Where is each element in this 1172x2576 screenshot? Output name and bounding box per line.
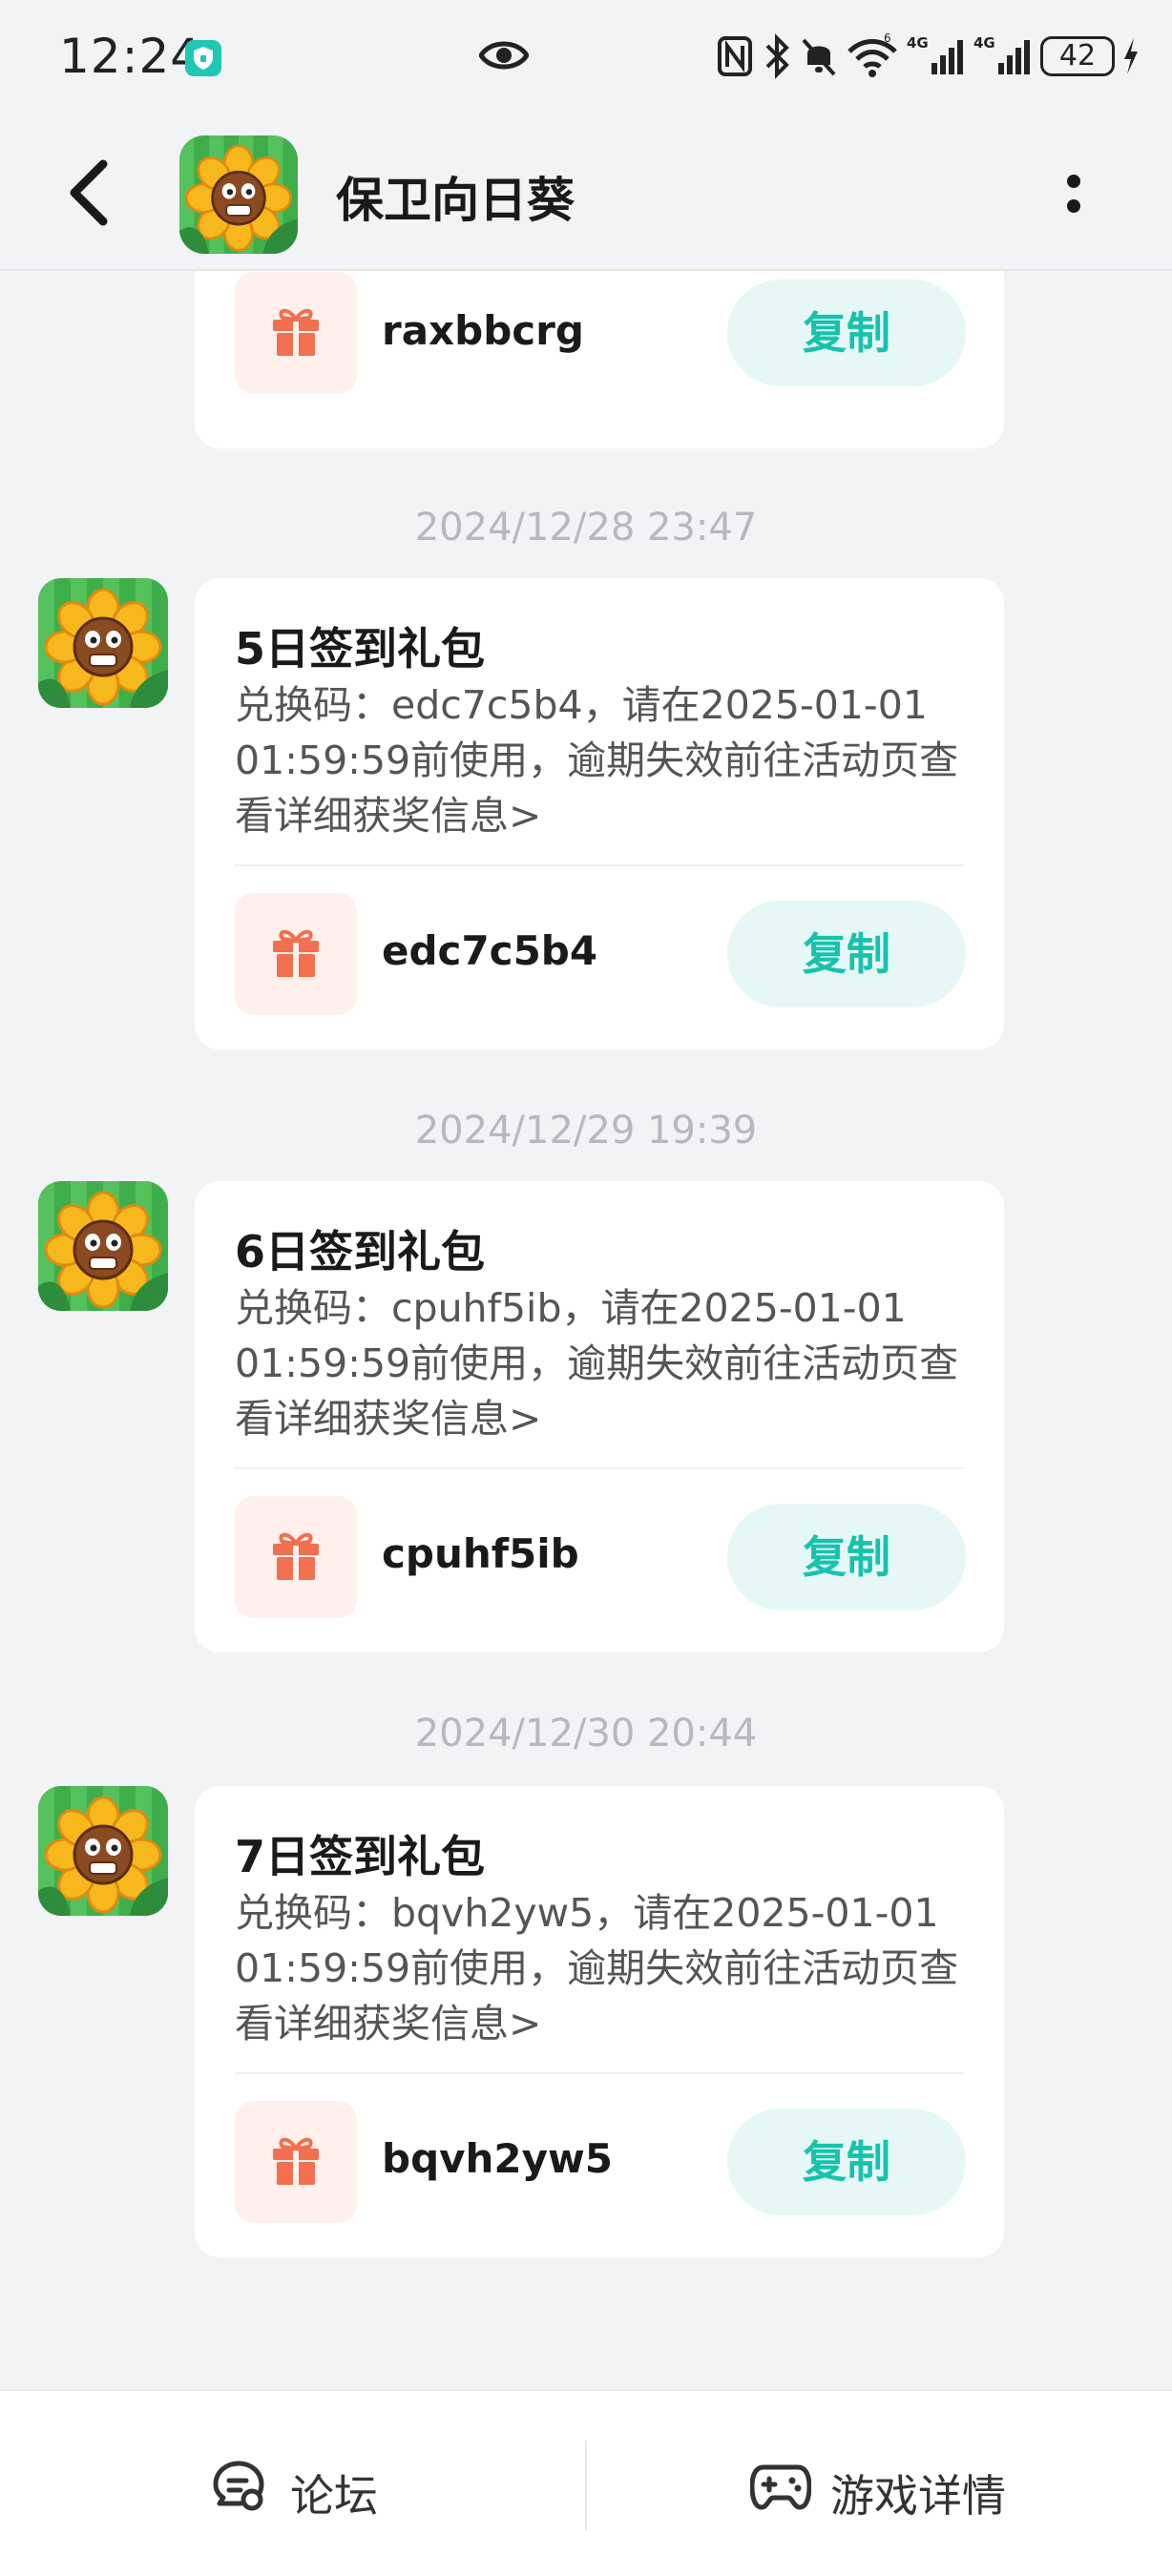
gift-icon-box [235, 893, 357, 1015]
bluetooth-icon [765, 33, 789, 79]
forum-tab[interactable]: 论坛 [191, 2439, 439, 2534]
redeem-code: bqvh2yw5 [382, 2135, 614, 2182]
status-bar: 12:24 6 4G 4G 42 [0, 0, 1172, 116]
message-card: raxbbcrg 复制 [195, 271, 1004, 448]
status-time: 12:24 [59, 29, 202, 84]
message-card: 7日签到礼包 兑换码：bqvh2yw5，请在2025-01-01 01:59:5… [195, 1786, 1004, 2257]
sender-avatar[interactable] [38, 578, 168, 708]
copy-button[interactable]: 复制 [727, 1504, 966, 1610]
signal-4g-icon: 4G [907, 34, 963, 74]
gift-icon-box [235, 2101, 357, 2223]
bottom-bar-divider [585, 2441, 587, 2530]
game-avatar[interactable] [179, 135, 298, 254]
game-details-tab[interactable]: 游戏详情 [744, 2439, 1050, 2534]
message-timestamp: 2024/12/28 23:47 [414, 506, 758, 550]
nfc-icon [718, 36, 752, 76]
sender-avatar[interactable] [38, 1181, 168, 1311]
gift-pack-title: 6日签到礼包 [235, 1226, 486, 1278]
message-timestamp: 2024/12/29 19:39 [414, 1109, 758, 1153]
sender-avatar[interactable] [38, 1786, 168, 1916]
svg-text:6: 6 [884, 32, 891, 45]
gift-icon [267, 302, 324, 360]
gamepad-icon [750, 2464, 811, 2510]
gift-pack-description[interactable]: 兑换码：cpuhf5ib，请在2025-01-01 01:59:59前使用，逾期… [235, 1280, 989, 1446]
redeem-code: cpuhf5ib [382, 1530, 579, 1577]
message-card: 5日签到礼包 兑换码：edc7c5b4，请在2025-01-01 01:59:5… [195, 578, 1004, 1049]
more-vertical-icon [1067, 175, 1080, 213]
card-divider [235, 864, 964, 866]
redeem-code: raxbbcrg [382, 307, 584, 354]
message-timestamp: 2024/12/30 20:44 [414, 1712, 758, 1755]
game-details-label: 游戏详情 [830, 2470, 1006, 2522]
message-card: 6日签到礼包 兑换码：cpuhf5ib，请在2025-01-01 01:59:5… [195, 1181, 1004, 1652]
gift-icon [267, 924, 324, 981]
eye-icon [478, 38, 530, 76]
card-divider [235, 1467, 964, 1469]
back-arrow-icon [70, 159, 108, 226]
message-list[interactable]: raxbbcrg 复制 2024/12/28 23:47 5日签到礼包 兑换码：… [0, 271, 1172, 2389]
gift-icon [267, 2131, 324, 2189]
gift-pack-title: 5日签到礼包 [235, 623, 486, 675]
gift-icon [267, 1527, 324, 1584]
back-button[interactable] [59, 155, 126, 231]
bottom-bar: 论坛 游戏详情 [0, 2389, 1172, 2576]
battery-level: 42 [1040, 36, 1115, 76]
page-title: 保卫向日葵 [336, 173, 575, 228]
wifi-icon: 6 [848, 32, 897, 77]
redeem-code: edc7c5b4 [382, 927, 598, 974]
forum-label: 论坛 [290, 2470, 378, 2522]
svg-text:4G: 4G [973, 34, 995, 52]
gift-icon-box [235, 272, 357, 394]
copy-button[interactable]: 复制 [727, 2109, 966, 2215]
status-icons: 6 4G 4G 42 [716, 32, 1138, 84]
copy-button[interactable]: 复制 [727, 280, 966, 386]
gift-icon-box [235, 1496, 357, 1618]
gift-pack-title: 7日签到礼包 [235, 1831, 486, 1882]
svg-text:4G: 4G [907, 34, 929, 52]
charging-icon [1124, 38, 1138, 74]
header: 保卫向日葵 [0, 116, 1172, 271]
more-options-button[interactable] [1059, 151, 1088, 237]
forum-chat-icon [213, 2461, 264, 2511]
card-divider [235, 2072, 964, 2074]
gift-pack-description[interactable]: 兑换码：edc7c5b4，请在2025-01-01 01:59:59前使用，逾期… [235, 677, 989, 843]
signal-4g-icon-2: 4G [973, 34, 1030, 74]
copy-button[interactable]: 复制 [727, 901, 966, 1008]
vpn-shield-icon [185, 40, 221, 76]
mute-bell-icon [802, 38, 836, 76]
gift-pack-description[interactable]: 兑换码：bqvh2yw5，请在2025-01-01 01:59:59前使用，逾期… [235, 1885, 989, 2051]
